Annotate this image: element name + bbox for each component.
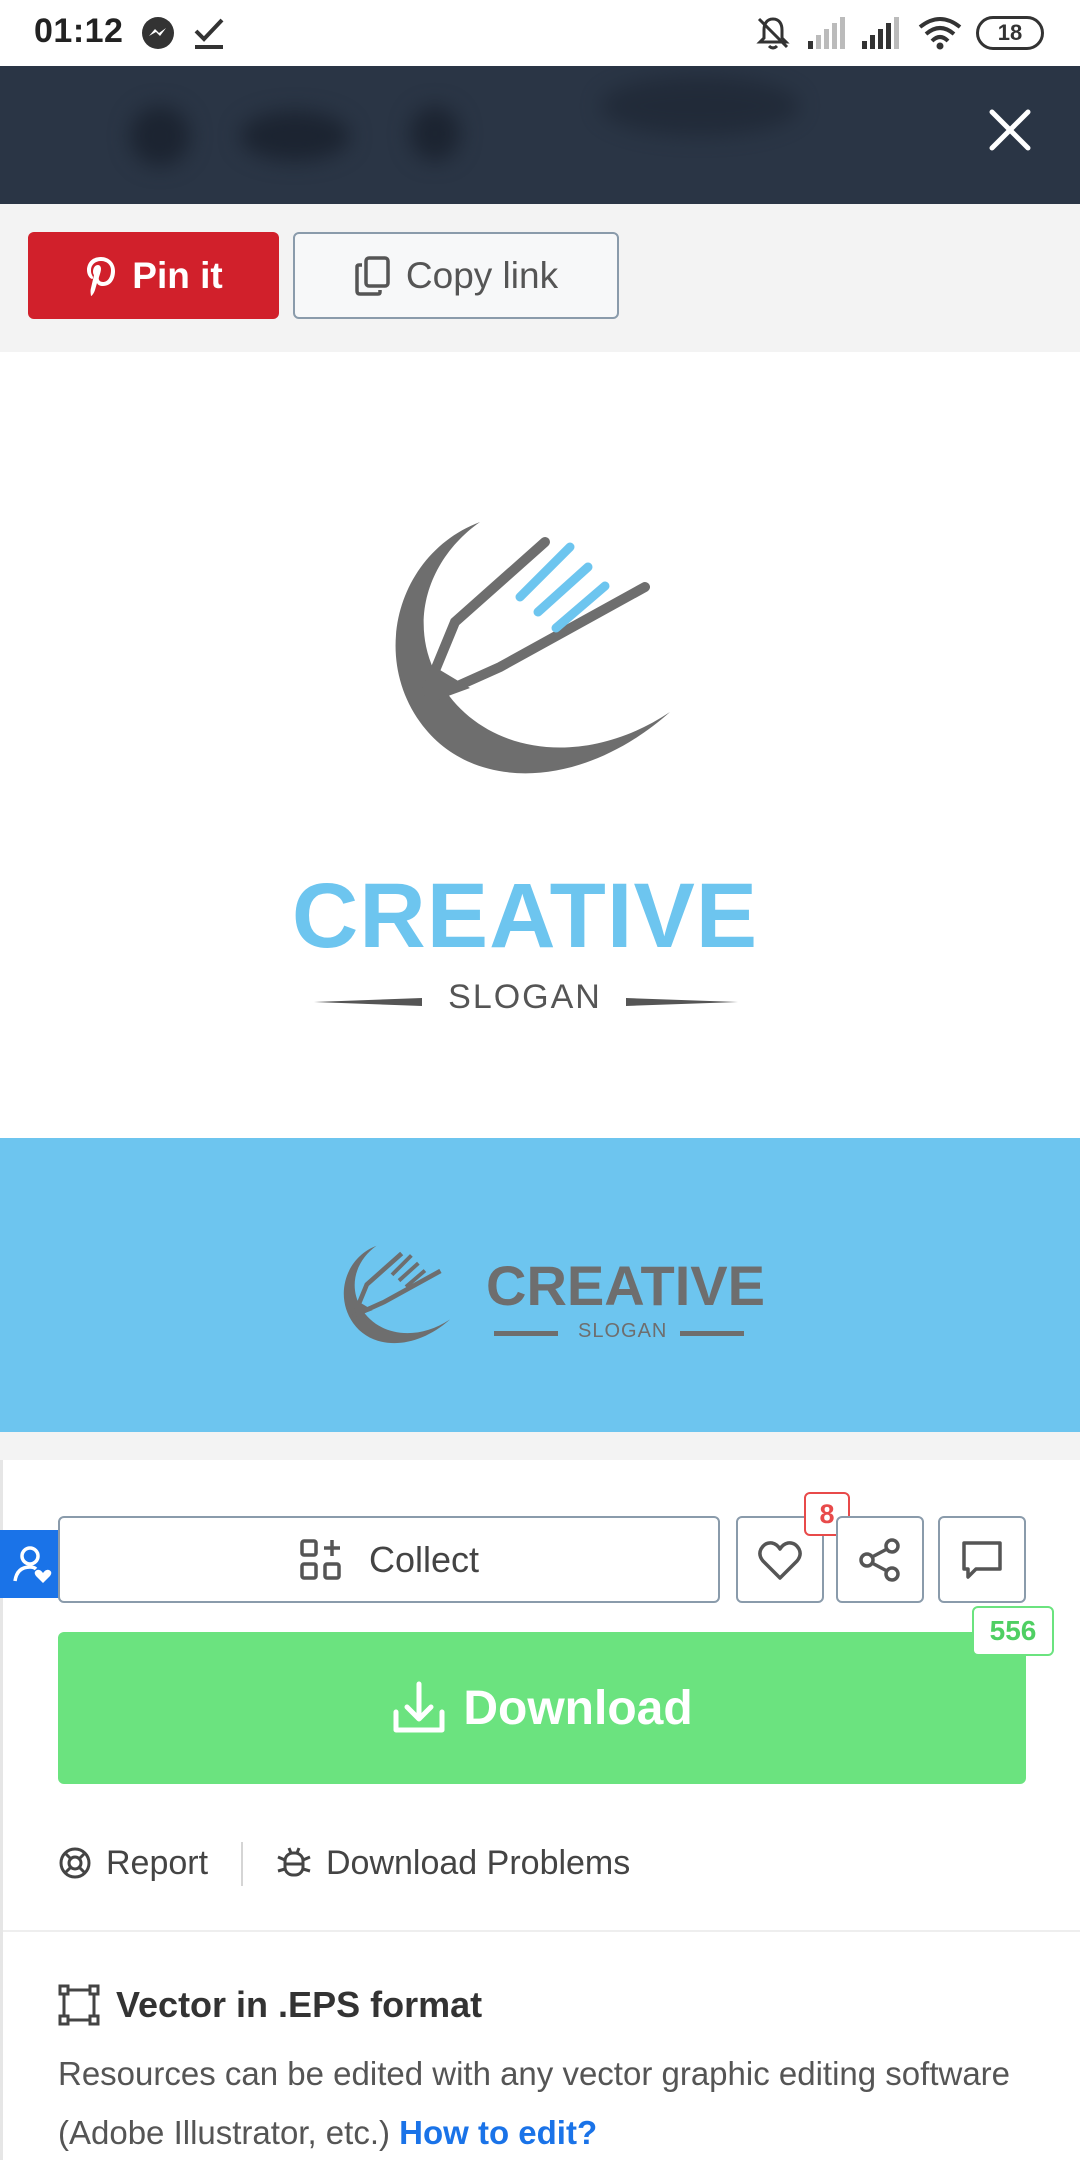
slogan-rule-right-small [680, 1331, 744, 1336]
signal-icon [862, 17, 899, 49]
slogan-rule-left-small [494, 1331, 558, 1336]
copy-icon [355, 255, 390, 296]
messenger-icon [142, 17, 174, 49]
wifi-icon [918, 17, 962, 50]
follow-tab[interactable] [0, 1530, 66, 1598]
download-icon [393, 1681, 445, 1733]
check-icon [194, 18, 224, 49]
download-count-badge: 556 [972, 1606, 1054, 1656]
pencil-logo-small-icon [343, 1245, 451, 1344]
format-heading: Vector in .EPS format [58, 1980, 482, 2030]
logo-title-small: CREATIVE [486, 1254, 765, 1317]
status-time: 01:12 [34, 12, 124, 50]
logo-slogan: SLOGAN [448, 978, 602, 1016]
preview-image-white: CREATIVE SLOGAN [0, 352, 1080, 1138]
collect-icon [300, 1538, 341, 1580]
format-description: Resources can be edited with any vector … [58, 2044, 1058, 2162]
pinterest-icon [87, 256, 116, 296]
battery-level: 18 [997, 20, 1023, 45]
pin-it-label: Pin it [132, 254, 223, 296]
copy-link-label: Copy link [405, 254, 559, 296]
battery-icon: 18 [976, 16, 1044, 50]
logo-title: CREATIVE [291, 865, 759, 967]
collect-label: Collect [368, 1538, 480, 1580]
user-heart-icon [13, 1546, 52, 1583]
preview-separator [0, 1432, 1080, 1460]
status-bar: 01:12 18 [0, 0, 1080, 66]
how-to-edit-link[interactable]: How to edit? [399, 2114, 597, 2151]
report-link[interactable]: Report [58, 1840, 208, 1886]
signal-icon [808, 17, 845, 49]
comment-icon [962, 1540, 1002, 1579]
mute-icon [756, 17, 790, 50]
format-title: Vector in .EPS format [116, 1984, 483, 2025]
copy-link-button[interactable]: Copy link [293, 232, 619, 319]
close-icon[interactable] [980, 100, 1040, 160]
section-divider [3, 1930, 1080, 1932]
preview-image-blue: CREATIVE SLOGAN [0, 1138, 1080, 1432]
download-problems-label: Download Problems [326, 1843, 631, 1882]
link-divider [241, 1842, 243, 1886]
collect-button[interactable]: Collect [58, 1516, 720, 1603]
download-label: Download [463, 1681, 693, 1735]
share-icon [859, 1537, 900, 1582]
report-label: Report [106, 1843, 209, 1882]
download-problems-link[interactable]: Download Problems [276, 1840, 630, 1886]
pencil-logo-icon [395, 522, 670, 774]
heart-icon [758, 1540, 802, 1580]
download-button[interactable]: Download [58, 1632, 1026, 1784]
share-button[interactable] [836, 1516, 924, 1603]
bug-icon [277, 1847, 311, 1877]
top-banner [0, 66, 1080, 204]
vector-nodes-icon [58, 1984, 100, 2026]
comment-button[interactable] [938, 1516, 1026, 1603]
lifebuoy-icon [59, 1847, 91, 1879]
logo-slogan-small: SLOGAN [578, 1320, 668, 1342]
pin-it-button[interactable]: Pin it [28, 232, 279, 319]
